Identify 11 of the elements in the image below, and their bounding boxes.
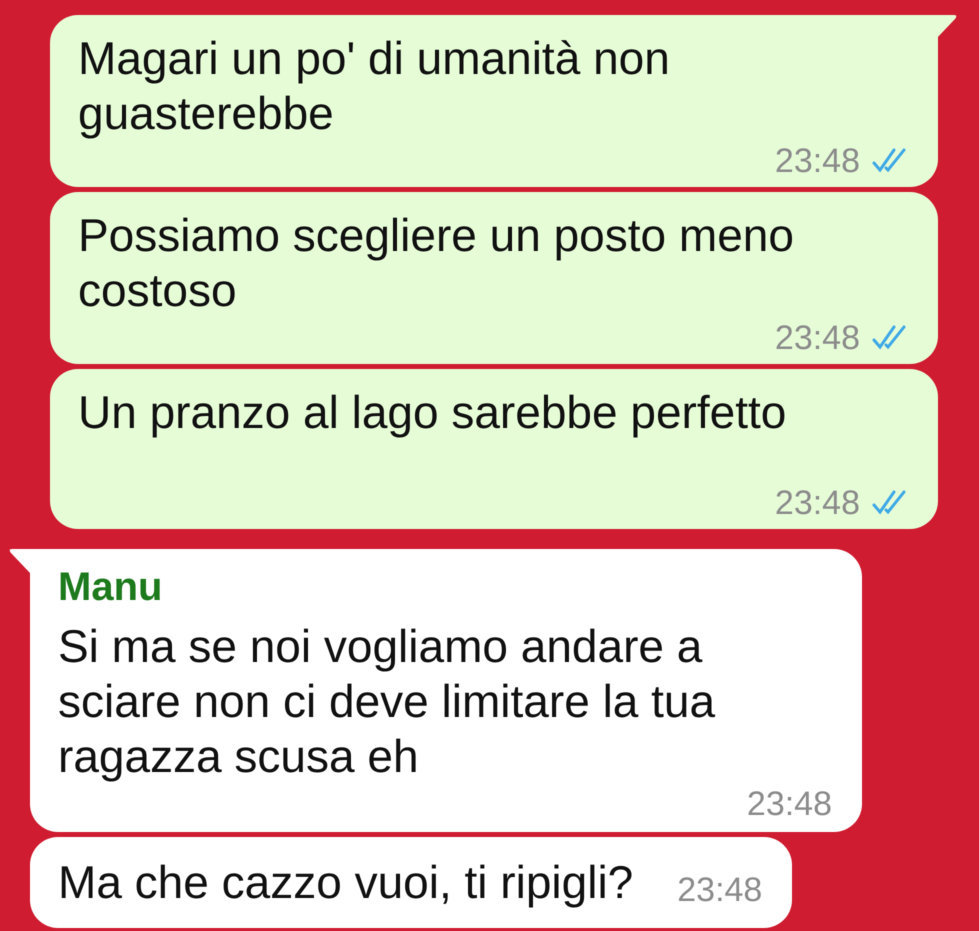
message-time: 23:48: [746, 784, 832, 824]
message-text: Magari un po' di umanità non guasterebbe: [78, 31, 671, 141]
message-time: 23:48: [677, 870, 762, 910]
message-time: 23:48: [774, 483, 860, 523]
message-text: Ma che cazzo vuoi, ti ripigli?: [58, 855, 634, 910]
message-text: Possiamo scegliere un posto meno costoso: [78, 208, 795, 318]
message-time: 23:48: [774, 318, 860, 358]
message-text: Un pranzo al lago sarebbe perfetto: [78, 385, 788, 440]
message-text: Si ma se noi vogliamo andare a sciare non ci deve limitare la tua ragazza scusa eh: [58, 619, 716, 784]
message-time: 23:48: [774, 141, 860, 181]
sender-name: Manu: [58, 564, 164, 611]
